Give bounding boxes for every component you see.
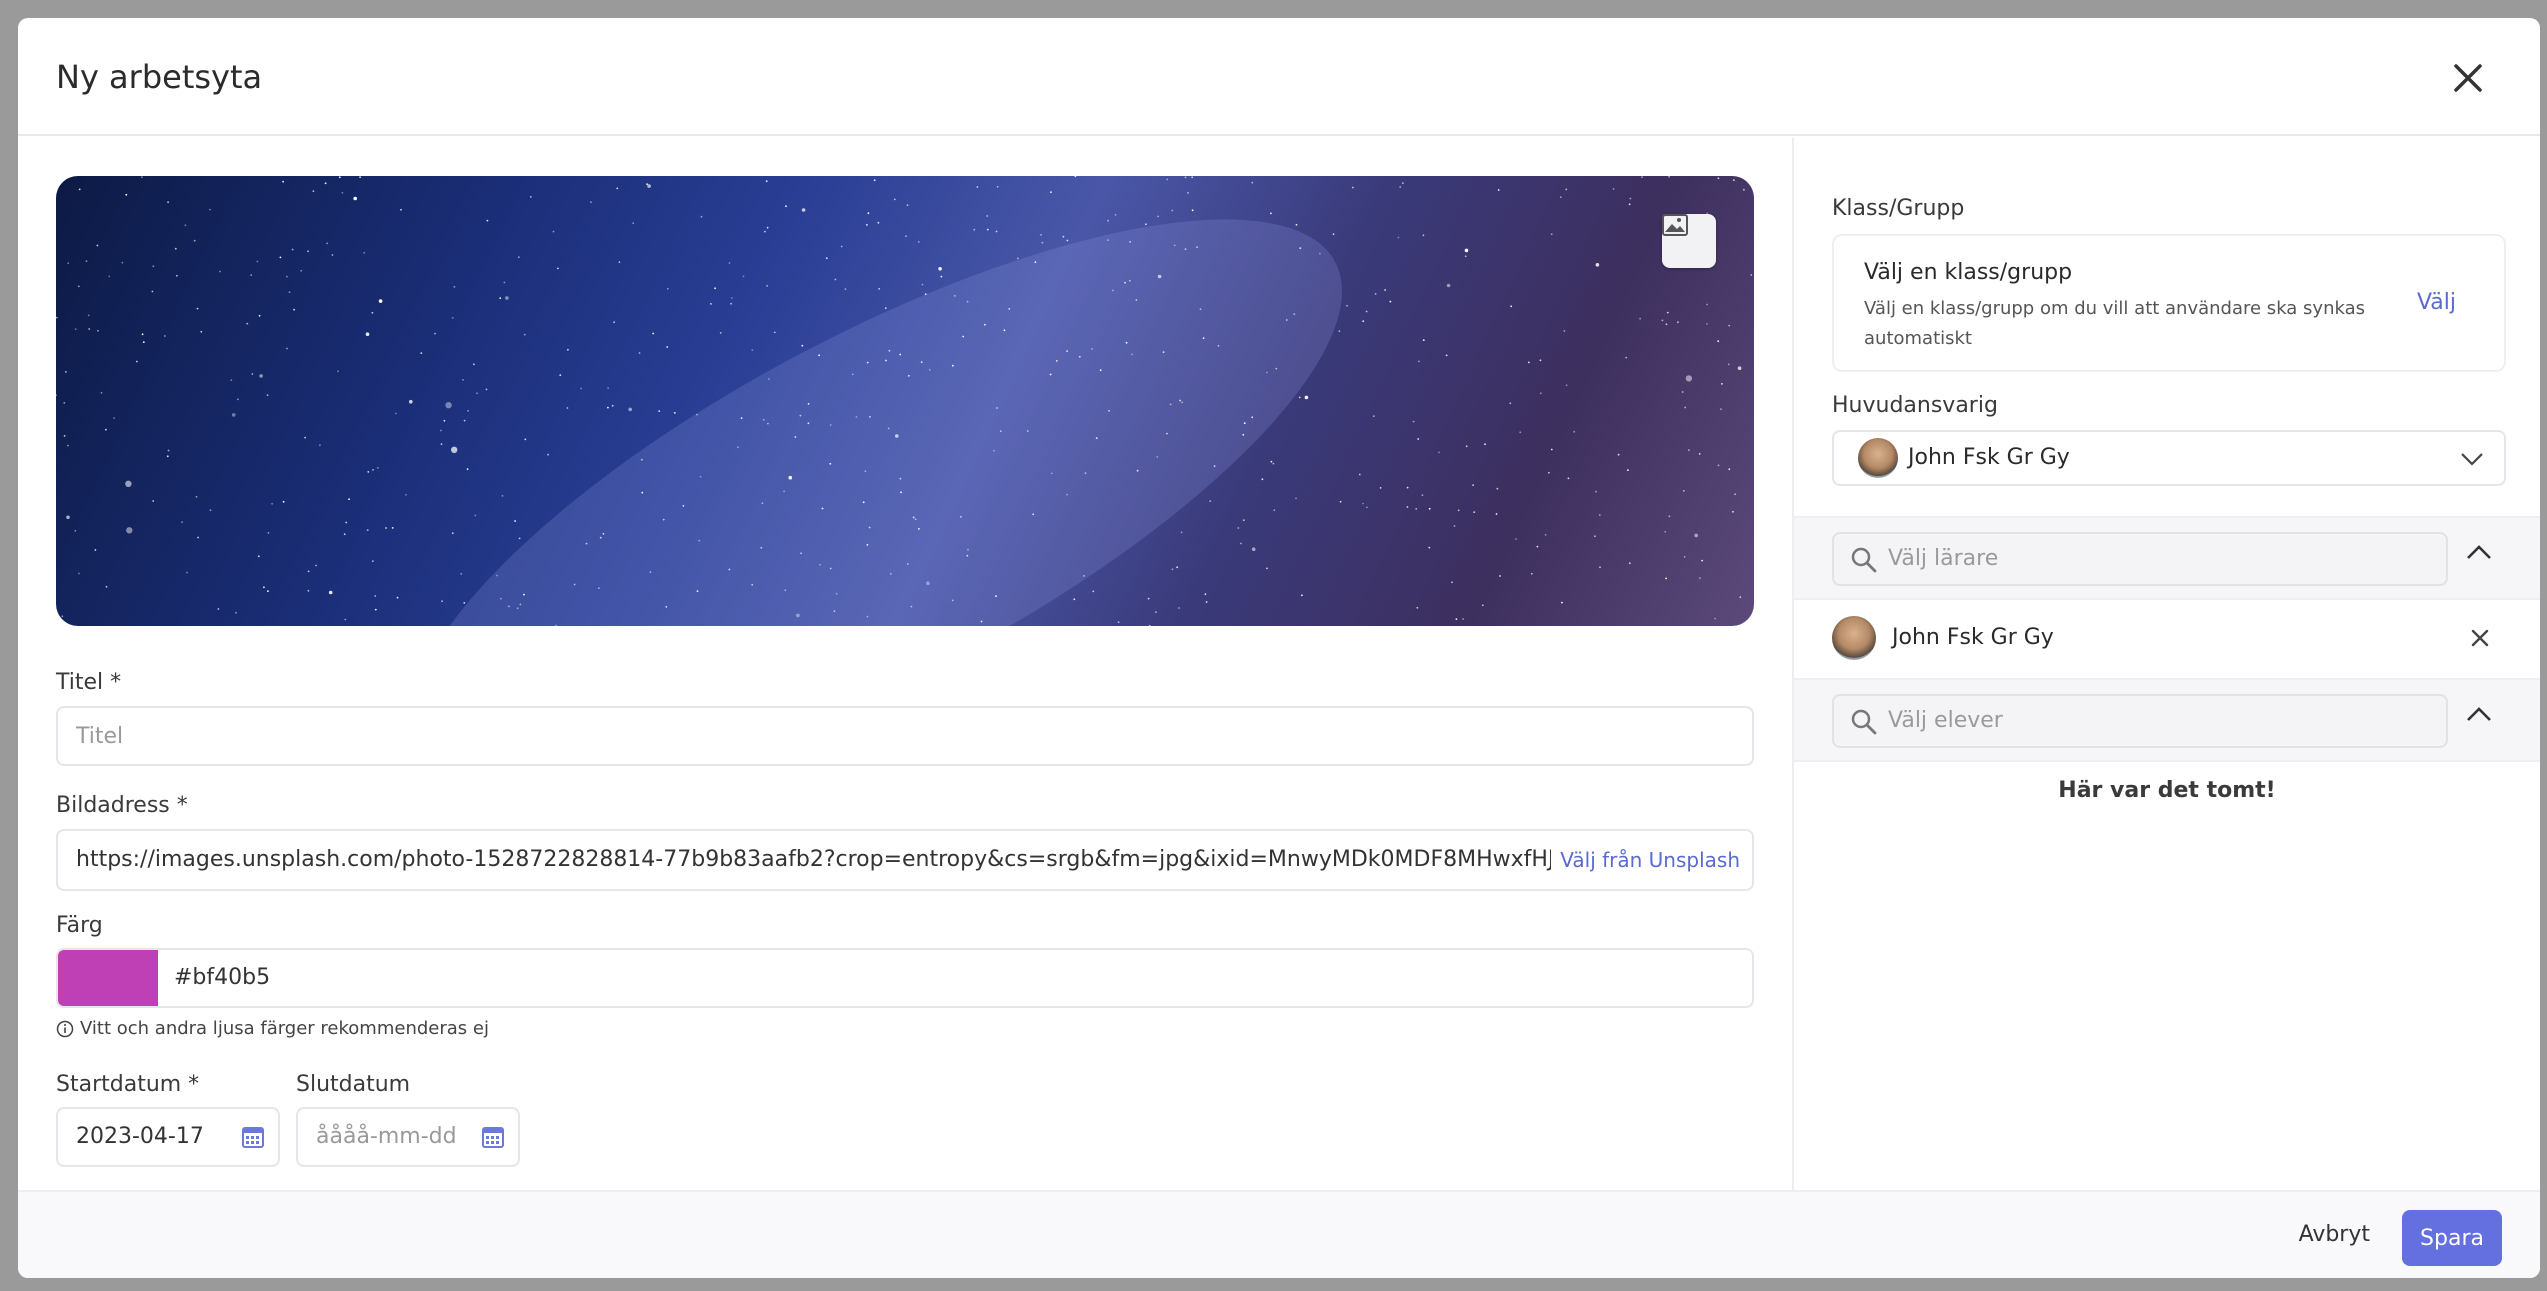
- cancel-button[interactable]: Avbryt: [2299, 1222, 2370, 1247]
- image-url-label: Bildadress *: [56, 793, 188, 818]
- end-date-placeholder: åååå-mm-dd: [316, 1124, 457, 1149]
- class-group-label: Klass/Grupp: [1832, 196, 1965, 221]
- start-date-label: Startdatum *: [56, 1072, 200, 1097]
- choose-class-button[interactable]: Välj: [2417, 290, 2456, 315]
- teacher-name: John Fsk Gr Gy: [1892, 625, 2054, 650]
- class-group-card-description: Välj en klass/grupp om du vill att använ…: [1864, 298, 2366, 349]
- workspace-form: Titel * Titel Bildadress * https://image…: [18, 138, 1792, 1190]
- teacher-search-input[interactable]: Välj lärare: [1832, 532, 2448, 586]
- list-item: John Fsk Gr Gy: [1794, 600, 2540, 676]
- calendar-icon[interactable]: [242, 1125, 264, 1149]
- info-icon: [56, 1020, 74, 1037]
- modal-header: Ny arbetsyta: [18, 18, 2540, 136]
- calendar-icon[interactable]: [482, 1125, 504, 1149]
- image-url-input[interactable]: https://images.unsplash.com/photo-152872…: [56, 829, 1754, 891]
- remove-icon[interactable]: [2470, 628, 2490, 648]
- image-url-value: https://images.unsplash.com/photo-152872…: [76, 847, 1551, 872]
- end-date-label: Slutdatum: [296, 1072, 411, 1097]
- search-icon: [1851, 709, 1877, 735]
- owner-name: John Fsk Gr Gy: [1908, 445, 2070, 470]
- title-label: Titel *: [56, 670, 122, 695]
- color-label: Färg: [56, 913, 103, 938]
- modal-footer: Avbryt Spara: [18, 1190, 2540, 1278]
- avatar: [1832, 616, 1876, 660]
- chevron-up-icon[interactable]: [2466, 706, 2492, 722]
- image-icon: [1662, 214, 1688, 236]
- student-search-input[interactable]: Välj elever: [1832, 694, 2448, 748]
- save-button[interactable]: Spara: [2402, 1210, 2502, 1266]
- new-workspace-modal: Ny arbetsyta Titel * Titel Bildadress * …: [18, 18, 2540, 1278]
- search-icon: [1851, 547, 1877, 573]
- modal-title: Ny arbetsyta: [56, 58, 263, 96]
- color-hint-text: Vitt och andra ljusa färger rekommendera…: [80, 1018, 489, 1039]
- teachers-search-section: Välj lärare: [1794, 516, 2540, 600]
- members-panel: Klass/Grupp Välj en klass/grupp Välj en …: [1792, 138, 2540, 1190]
- color-value: #bf40b5: [174, 965, 271, 990]
- color-hint: Vitt och andra ljusa färger rekommendera…: [56, 1018, 489, 1039]
- students-empty-state: Här var det tomt!: [2058, 778, 2276, 803]
- students-search-section: Välj elever: [1794, 678, 2540, 762]
- choose-from-unsplash-link[interactable]: Välj från Unsplash: [1560, 831, 1740, 889]
- start-date-value: 2023-04-17: [76, 1124, 204, 1149]
- chevron-up-icon[interactable]: [2466, 544, 2492, 560]
- teacher-search-placeholder: Välj lärare: [1888, 546, 1999, 571]
- change-image-button[interactable]: [1662, 214, 1716, 268]
- class-group-card: Välj en klass/grupp Välj en klass/grupp …: [1832, 234, 2506, 372]
- cover-image: [56, 176, 1754, 626]
- student-search-placeholder: Välj elever: [1888, 708, 2003, 733]
- owner-label: Huvudansvarig: [1832, 393, 1998, 418]
- title-input[interactable]: Titel: [56, 706, 1754, 766]
- color-input[interactable]: #bf40b5: [56, 948, 1754, 1008]
- end-date-input[interactable]: åååå-mm-dd: [296, 1107, 520, 1167]
- title-placeholder: Titel: [76, 723, 124, 749]
- color-swatch[interactable]: [58, 950, 158, 1006]
- owner-select[interactable]: John Fsk Gr Gy: [1832, 430, 2506, 486]
- close-icon[interactable]: [2448, 58, 2488, 98]
- class-group-card-title: Välj en klass/grupp: [1864, 260, 2073, 285]
- chevron-down-icon: [2461, 453, 2483, 466]
- avatar: [1858, 438, 1898, 478]
- start-date-input[interactable]: 2023-04-17: [56, 1107, 280, 1167]
